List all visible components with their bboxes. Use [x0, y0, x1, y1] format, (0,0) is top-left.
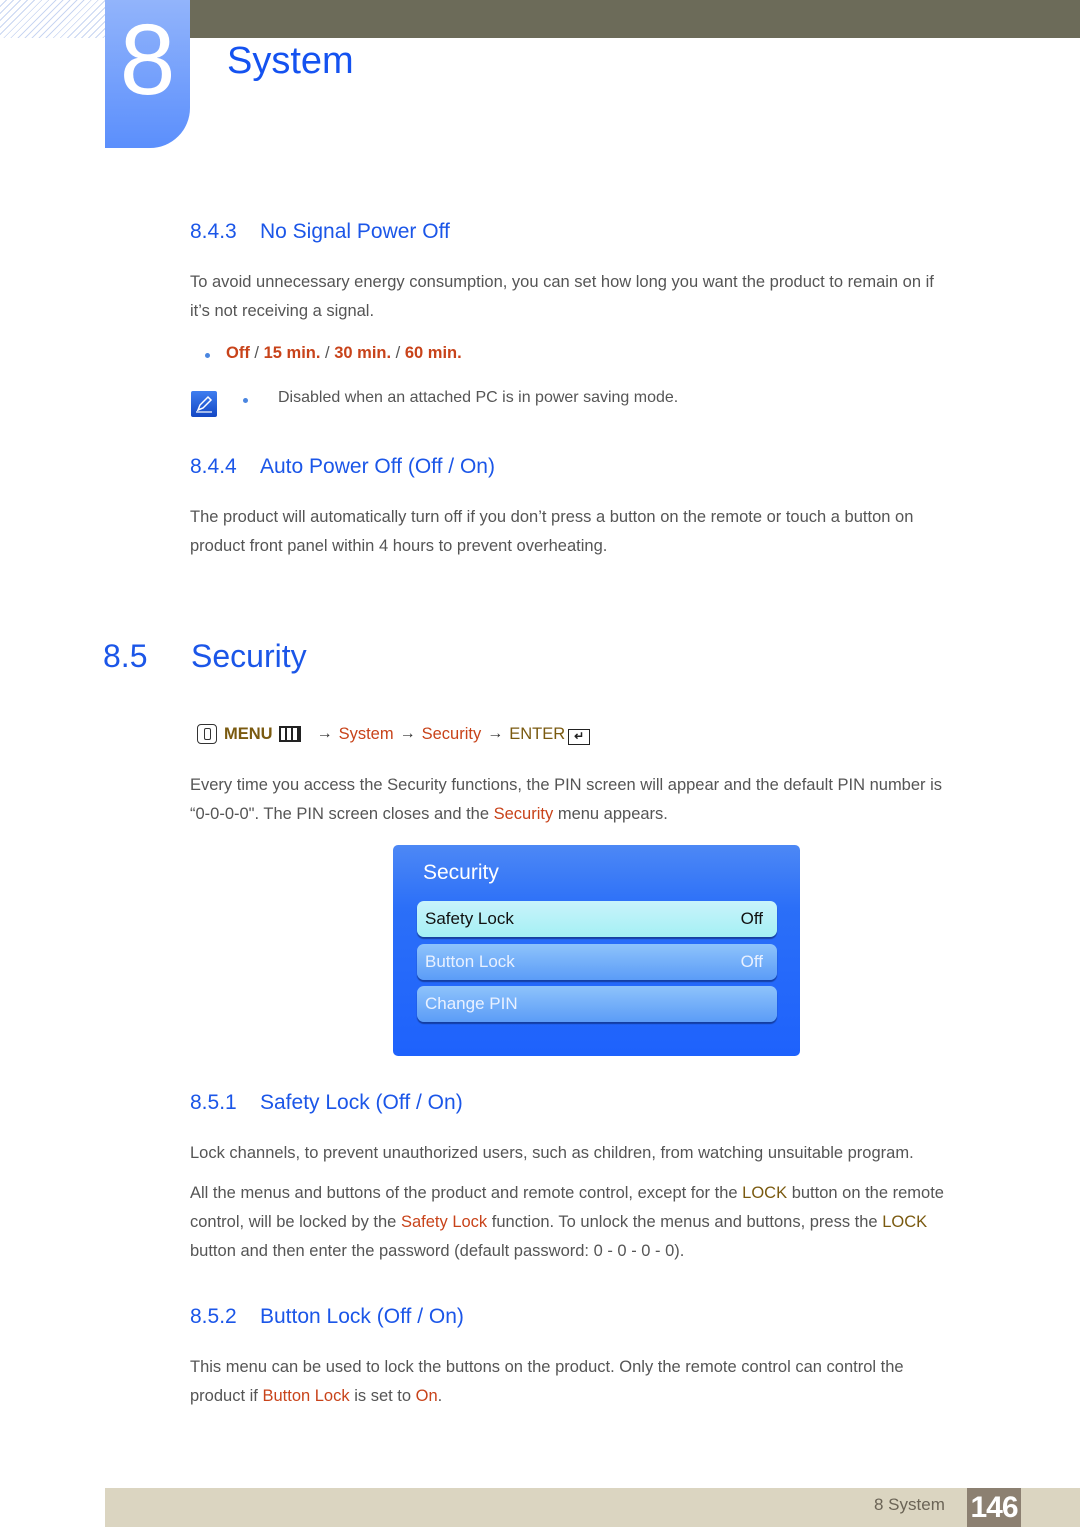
footer-chapter-label: 8 System	[874, 1495, 945, 1514]
text-span: control, will be locked by the	[190, 1213, 401, 1231]
chapter-number: 8	[119, 4, 176, 116]
osd-item-safety-lock[interactable]: Safety Lock Off	[417, 901, 777, 937]
paragraph-security: Every time you access the Security funct…	[190, 771, 1010, 829]
header-bar	[190, 0, 1080, 38]
osd-title: Security	[423, 861, 499, 884]
header-hatch-pattern	[0, 0, 105, 38]
text-span: product if	[190, 1387, 263, 1405]
text-line: To avoid unnecessary energy consumption,…	[190, 273, 934, 291]
text-line: Lock channels, to prevent unauthorized u…	[190, 1144, 914, 1162]
section-title: Button Lock (Off / On)	[260, 1305, 464, 1328]
text-span: is set to	[349, 1387, 416, 1405]
text-span: menu appears.	[553, 805, 668, 823]
arrow-icon: →	[399, 725, 416, 742]
text-line: This menu can be used to lock the button…	[190, 1358, 904, 1376]
heading-button-lock: 8.5.2 Button Lock (Off / On)	[190, 1305, 464, 1329]
separator: /	[391, 344, 405, 362]
path-security: Security	[421, 724, 482, 743]
text-span: “0-0-0-0". The PIN screen closes and the	[190, 805, 494, 823]
osd-item-value: Off	[740, 952, 763, 971]
osd-item-change-pin[interactable]: Change PIN	[417, 986, 777, 1022]
path-system: System	[338, 724, 394, 743]
bullet-icon	[243, 398, 248, 403]
option-15min: 15 min.	[263, 344, 321, 362]
heading-safety-lock: 8.5.1 Safety Lock (Off / On)	[190, 1091, 463, 1115]
text-line: control, will be locked by the Safety Lo…	[190, 1208, 1010, 1237]
osd-item-label: Change PIN	[425, 994, 518, 1013]
section-number: 8.5	[103, 638, 148, 674]
text-line: “0-0-0-0". The PIN screen closes and the…	[190, 800, 1010, 829]
menu-path: MENU → System → Security → ENTER ↵	[197, 724, 591, 745]
paragraph-auto-power-off: The product will automatically turn off …	[190, 503, 1010, 561]
option-30min: 30 min.	[334, 344, 392, 362]
section-title: No Signal Power Off	[260, 220, 450, 243]
text-line: Every time you access the Security funct…	[190, 776, 943, 794]
section-number: 8.4.4	[190, 455, 237, 478]
text-span: function. To unlock the menus and button…	[487, 1213, 883, 1231]
section-title: Auto Power Off (Off / On)	[260, 455, 495, 478]
text-line: All the menus and buttons of the product…	[190, 1179, 1010, 1208]
highlight-lock: LOCK	[882, 1213, 928, 1231]
text-line: it’s not receiving a signal.	[190, 302, 375, 320]
paragraph-no-signal: To avoid unnecessary energy consumption,…	[190, 268, 1010, 326]
page-number: 146	[967, 1488, 1021, 1527]
osd-item-label: Button Lock	[425, 952, 515, 971]
text-span: .	[437, 1387, 443, 1405]
section-title: Security	[191, 638, 307, 674]
osd-item-value: Off	[740, 909, 763, 928]
text-line: button and then enter the password (defa…	[190, 1242, 685, 1260]
text-span: All the menus and buttons of the product…	[190, 1184, 743, 1202]
section-number: 8.5.2	[190, 1305, 237, 1328]
highlight-button-lock: Button Lock	[262, 1387, 350, 1405]
section-number: 8.5.1	[190, 1091, 237, 1114]
section-number: 8.4.3	[190, 220, 237, 243]
option-60min: 60 min.	[404, 344, 462, 362]
heading-auto-power-off: 8.4.4 Auto Power Off (Off / On)	[190, 455, 495, 479]
remote-control-icon	[197, 724, 217, 744]
security-osd-menu: Security Safety Lock Off Button Lock Off…	[393, 845, 800, 1056]
enter-label: ENTER	[509, 724, 566, 743]
arrow-icon: →	[487, 725, 504, 742]
arrow-icon: →	[316, 725, 333, 742]
highlight-safety-lock: Safety Lock	[400, 1213, 488, 1231]
section-title: Safety Lock (Off / On)	[260, 1091, 463, 1114]
menu-button-icon	[278, 726, 301, 742]
heading-no-signal-power-off: 8.4.3 No Signal Power Off	[190, 220, 450, 244]
menu-label: MENU	[224, 724, 273, 743]
paragraph-safety-lock-2: All the menus and buttons of the product…	[190, 1179, 1010, 1266]
enter-button-icon: ↵	[568, 729, 591, 745]
text-span: button on the remote	[787, 1184, 944, 1202]
osd-item-button-lock[interactable]: Button Lock Off	[417, 944, 777, 980]
text-line: product if Button Lock is set to On.	[190, 1382, 1010, 1411]
osd-item-label: Safety Lock	[425, 909, 514, 928]
options-list: Off / 15 min. / 30 min. / 60 min.	[226, 344, 462, 363]
chapter-title: System	[227, 40, 354, 82]
option-off: Off	[226, 344, 250, 362]
separator: /	[320, 344, 335, 362]
highlight-security: Security	[493, 805, 554, 823]
paragraph-button-lock: This menu can be used to lock the button…	[190, 1353, 1010, 1411]
paragraph-safety-lock-1: Lock channels, to prevent unauthorized u…	[190, 1139, 1010, 1168]
separator: /	[249, 344, 264, 362]
highlight-on: On	[415, 1387, 438, 1405]
note-text: Disabled when an attached PC is in power…	[278, 389, 679, 406]
bullet-icon	[205, 353, 210, 358]
heading-security: 8.5 Security	[103, 638, 307, 675]
highlight-lock: LOCK	[742, 1184, 788, 1202]
text-line: The product will automatically turn off …	[190, 508, 914, 526]
note-pencil-icon	[191, 391, 217, 417]
text-line: product front panel within 4 hours to pr…	[190, 537, 608, 555]
